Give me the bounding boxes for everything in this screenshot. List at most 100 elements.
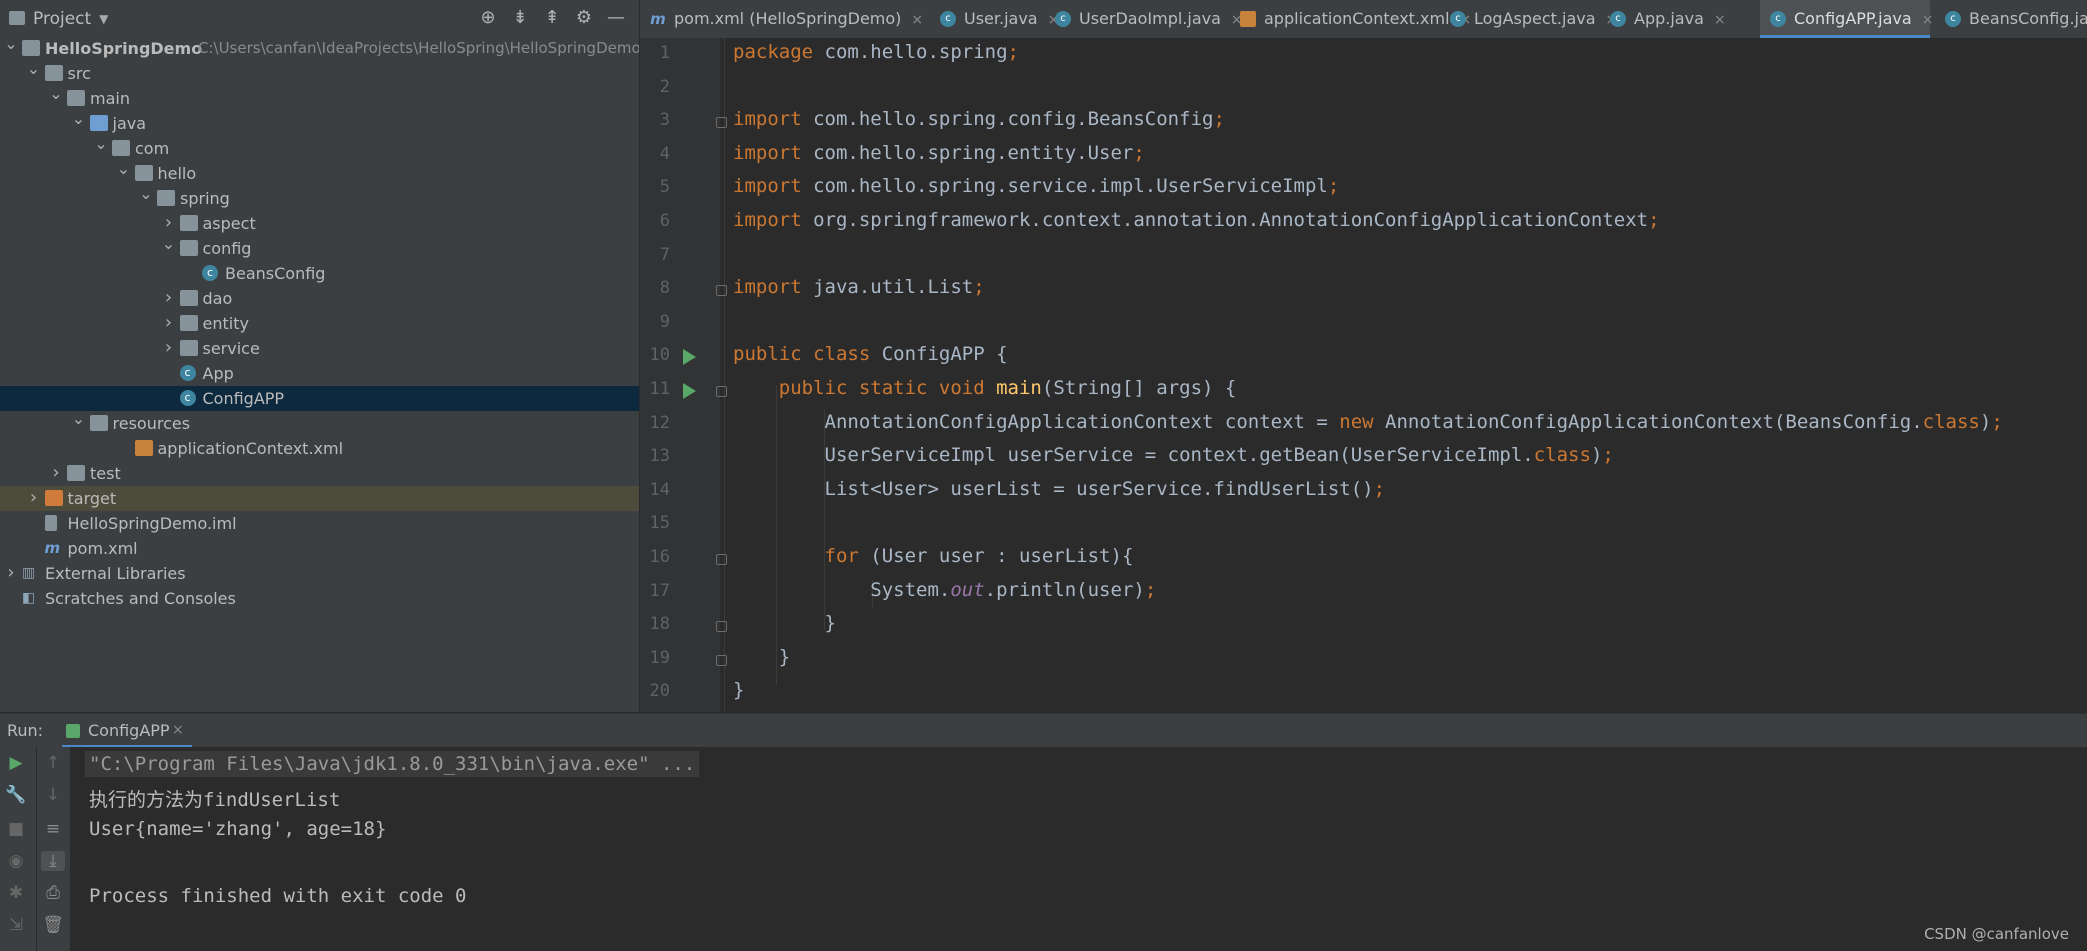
close-icon[interactable]: × — [172, 722, 184, 738]
tab-configapp-java[interactable]: c ConfigAPP.java × — [1760, 0, 1933, 38]
tree-item-pom-xml[interactable]: m pom.xml — [0, 536, 639, 561]
fold-icon[interactable] — [716, 117, 727, 129]
code-editor[interactable] — [720, 38, 2087, 712]
tree-item-config[interactable]: ⌄ config — [0, 234, 639, 261]
camera-icon[interactable]: ◉ — [4, 851, 28, 871]
code-line: public static void main(String[] args) { — [733, 377, 1237, 399]
run-gutter-icon[interactable] — [683, 349, 696, 366]
console-output[interactable] — [0, 747, 2087, 951]
code-token: ; — [973, 276, 985, 299]
fold-icon[interactable] — [716, 621, 727, 633]
fold-icon[interactable] — [716, 554, 727, 565]
gear-icon[interactable]: ⚙ — [573, 7, 595, 28]
chevron-right-icon[interactable]: › — [4, 560, 18, 585]
package-icon — [112, 140, 130, 156]
tree-item-configapp[interactable]: c ConfigAPP — [0, 386, 639, 411]
code-token: import — [733, 108, 814, 131]
tree-item-service[interactable]: › service — [0, 336, 639, 361]
code-token: package — [733, 41, 825, 63]
chevron-down-icon[interactable]: ⌄ — [139, 181, 153, 206]
tree-item-scratches-and-consoles[interactable]: ◧ Scratches and Consoles — [0, 586, 639, 611]
locate-icon[interactable]: ⊕ — [477, 7, 499, 28]
rerun-icon[interactable]: ▶ — [4, 753, 28, 773]
chevron-down-icon[interactable]: ⌄ — [94, 131, 108, 156]
chevron-down-icon[interactable]: ⌄ — [162, 231, 176, 256]
tree-item-beansconfig[interactable]: c BeansConfig — [0, 261, 639, 286]
fold-icon[interactable] — [716, 285, 727, 297]
arrow-up-icon[interactable]: ↑ — [41, 753, 65, 773]
fold-icon[interactable] — [716, 386, 727, 397]
soft-wrap-icon[interactable]: ≡ — [41, 819, 65, 839]
chevron-right-icon[interactable]: › — [162, 310, 176, 335]
tree-item-src[interactable]: ⌄ src — [0, 59, 639, 86]
trash-icon[interactable]: 🗑 — [41, 915, 65, 935]
tree-item-main[interactable]: ⌄ main — [0, 84, 639, 111]
console-line: 执行的方法为findUserList — [89, 788, 341, 811]
xml-file-icon — [1240, 11, 1256, 27]
tree-item-applicationcontext-xml[interactable]: applicationContext.xml — [0, 436, 639, 461]
chevron-down-icon[interactable]: ⌄ — [72, 106, 86, 131]
code-line: } — [733, 646, 790, 668]
tab-beansconfig-java[interactable]: c BeansConfig.java — [1935, 0, 2087, 38]
tree-item-dao[interactable]: › dao — [0, 286, 639, 311]
tree-item-test[interactable]: › test — [0, 461, 639, 486]
chevron-down-icon[interactable]: ⌄ — [27, 56, 41, 81]
tree-item-label: HelloSpringDemo.iml — [67, 514, 237, 533]
chevron-right-icon[interactable]: › — [162, 285, 176, 310]
run-tab-configapp[interactable]: ConfigAPP — [88, 721, 170, 740]
scroll-to-end-icon[interactable]: ⤓ — [41, 851, 65, 871]
tab-label: BeansConfig.java — [1969, 9, 2087, 28]
line-number: 7 — [659, 244, 670, 265]
close-icon[interactable]: × — [1714, 12, 1726, 28]
chevron-down-icon[interactable]: ⌄ — [4, 31, 18, 56]
stop-icon[interactable]: ■ — [4, 819, 28, 839]
xml-file-icon — [134, 440, 153, 456]
line-number: 4 — [659, 143, 670, 164]
chevron-right-icon[interactable]: › — [49, 460, 63, 485]
collapse-all-icon[interactable]: ⇞ — [541, 7, 563, 28]
tree-item-external-libraries[interactable]: › ▥ External Libraries — [0, 561, 639, 586]
line-number: 10 — [649, 345, 670, 366]
package-icon — [179, 240, 198, 256]
chevron-down-icon[interactable]: ▼ — [99, 12, 108, 26]
chevron-down-icon[interactable]: ⌄ — [49, 81, 63, 106]
debug-icon[interactable]: ✱ — [4, 883, 28, 903]
tab-pom-xml-hellospringdemo[interactable]: m pom.xml (HelloSpringDemo) × — [640, 0, 949, 38]
tab-userdaoimpl-java[interactable]: c UserDaoImpl.java × — [1045, 0, 1259, 38]
tree-item-resources[interactable]: ⌄ resources — [0, 409, 639, 436]
minimize-icon[interactable]: — — [605, 7, 627, 28]
tree-item-target[interactable]: › target — [0, 486, 639, 511]
tab-applicationcontext-xml[interactable]: applicationContext.xml× — [1230, 0, 1471, 38]
tree-item-label: service — [202, 339, 260, 358]
arrow-down-icon[interactable]: ↓ — [41, 785, 65, 805]
tree-item-label: config — [202, 239, 252, 258]
source-folder-icon — [89, 115, 108, 131]
chevron-down-icon[interactable]: ⌄ — [72, 406, 86, 431]
exit-icon[interactable]: ⇲ — [4, 915, 28, 935]
expand-all-icon[interactable]: ⇟ — [509, 7, 531, 28]
fold-icon[interactable] — [716, 654, 727, 666]
resources-folder-icon — [89, 415, 108, 431]
tree-item-app[interactable]: c App — [0, 361, 639, 386]
code-line: } — [733, 612, 836, 634]
iml-file-icon — [44, 515, 57, 531]
chevron-right-icon[interactable]: › — [162, 335, 176, 360]
wrench-icon[interactable]: 🔧 — [4, 785, 28, 805]
tree-item-spring[interactable]: ⌄ spring — [0, 184, 639, 211]
tree-item-aspect[interactable]: › aspect — [0, 211, 639, 236]
project-panel-title[interactable]: Project — [33, 9, 91, 29]
tree-item-com[interactable]: ⌄ com — [0, 134, 639, 161]
chevron-down-icon[interactable]: ⌄ — [117, 156, 131, 181]
tree-item-entity[interactable]: › entity — [0, 311, 639, 336]
close-icon[interactable]: × — [911, 12, 923, 28]
code-token: .println(user) — [984, 578, 1145, 601]
run-gutter-icon[interactable] — [683, 383, 696, 399]
tree-item-hellospringdemo[interactable]: ⌄ HelloSpringDemo C:\Users\canfan\IdeaProj… — [0, 34, 639, 61]
close-icon[interactable]: × — [1922, 12, 1934, 28]
tree-item-hellospringdemo-iml[interactable]: HelloSpringDemo.iml — [0, 511, 639, 536]
tree-item-hello[interactable]: ⌄ hello — [0, 159, 639, 186]
print-icon[interactable]: ⎙ — [41, 883, 65, 903]
code-line: AnnotationConfigApplicationContext conte… — [733, 411, 2003, 433]
chevron-right-icon[interactable]: › — [27, 485, 41, 510]
code-line: UserServiceImpl userService = context.ge… — [733, 444, 1614, 466]
